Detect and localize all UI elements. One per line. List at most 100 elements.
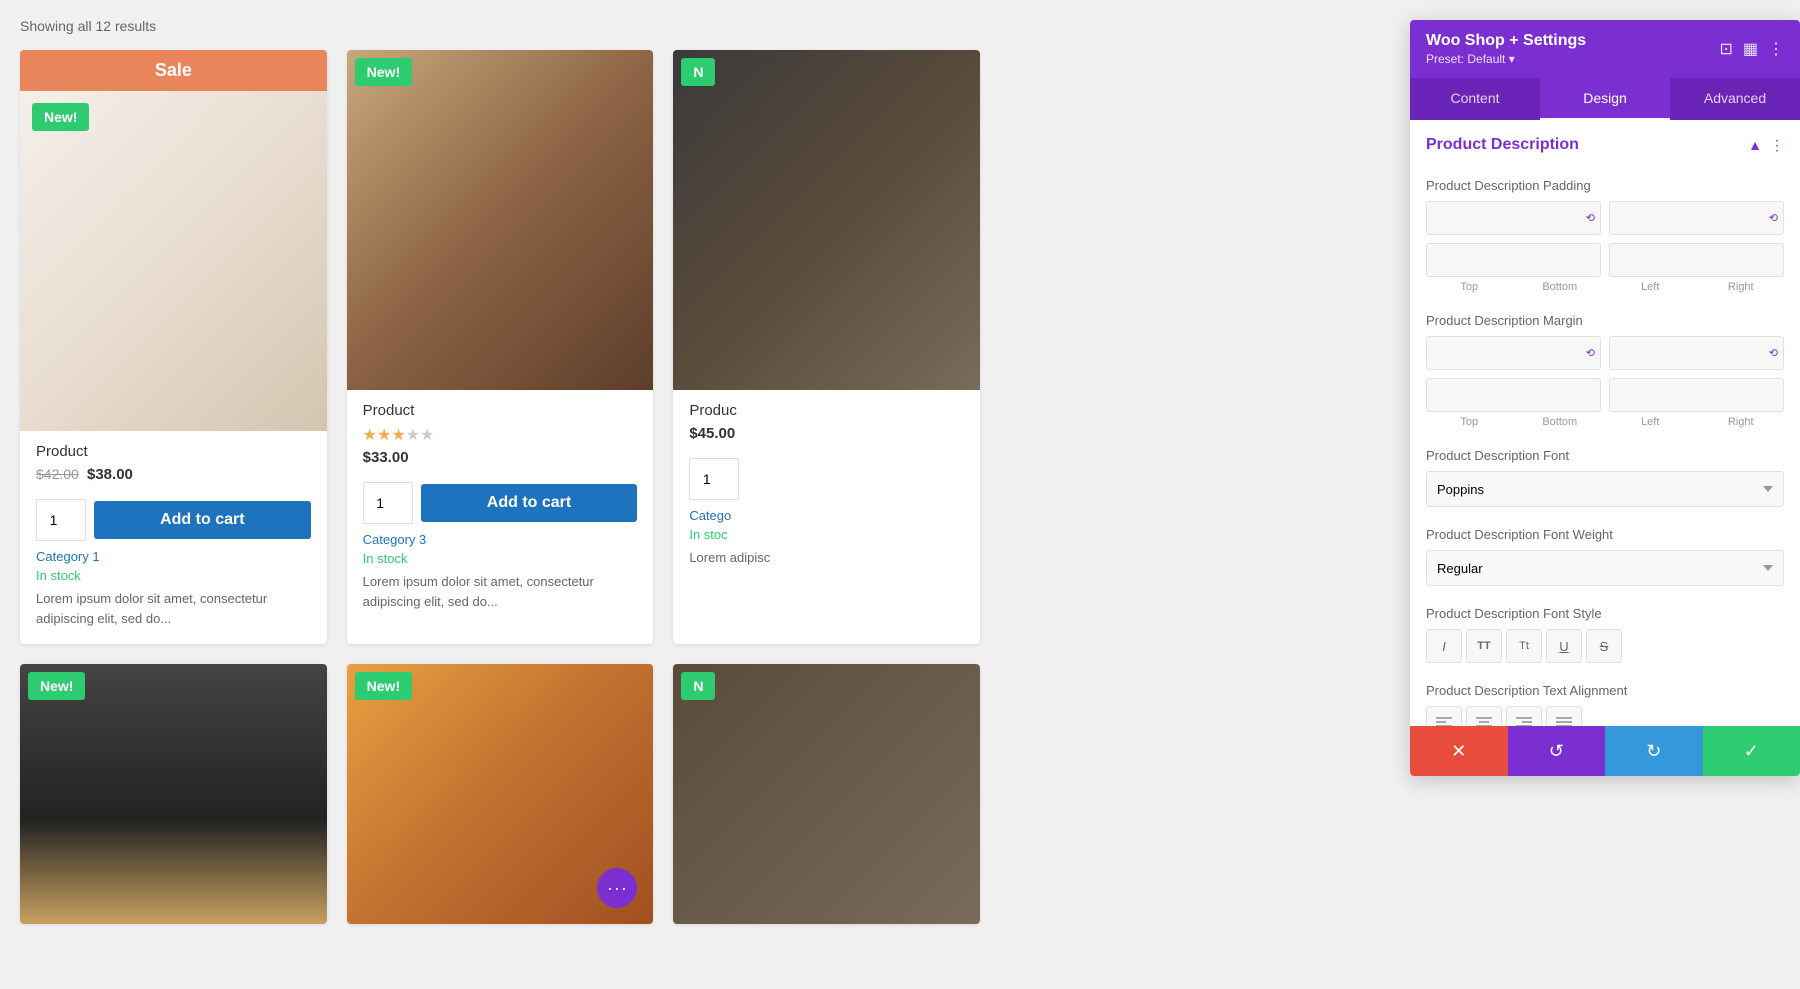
linked-icon: ⟲ — [1769, 212, 1778, 225]
quantity-input[interactable] — [689, 458, 739, 500]
products-grid-bottom: New! New! ··· N — [20, 664, 980, 924]
price: $33.00 — [363, 449, 409, 466]
margin-left-wrapper — [1426, 378, 1601, 412]
strikethrough-button[interactable]: S — [1586, 629, 1622, 663]
category-link[interactable]: Category 1 — [20, 549, 327, 564]
product-image-wrapper: N — [673, 50, 980, 390]
more-options-icon[interactable]: ⋮ — [1768, 39, 1784, 59]
section-header: Product Description ▲ ⋮ — [1426, 136, 1784, 162]
products-grid: Sale New! Product $42.00 $38.00 Add to c… — [20, 50, 980, 644]
panel-preset[interactable]: Preset: Default ▾ — [1426, 52, 1586, 66]
top-label: Top — [1426, 416, 1513, 428]
section-title: Product Description — [1426, 136, 1579, 154]
font-style-field-group: Product Description Font Style I TT Tt U… — [1426, 606, 1784, 663]
undo-button[interactable]: ↺ — [1508, 726, 1606, 776]
margin-right-input[interactable] — [1609, 378, 1784, 412]
product-image — [673, 50, 980, 390]
margin-right-wrapper — [1609, 378, 1784, 412]
tab-content[interactable]: Content — [1410, 78, 1540, 120]
padding-top-input[interactable] — [1426, 201, 1601, 235]
product-description: Lorem ipsum dolor sit amet, consectetur … — [20, 589, 327, 628]
tab-design[interactable]: Design — [1540, 78, 1670, 120]
product-image — [673, 664, 980, 924]
bottom-label: Bottom — [1517, 416, 1604, 428]
add-to-cart-button[interactable]: Add to cart — [94, 501, 311, 539]
product-image — [20, 91, 327, 431]
badge-new: N — [681, 58, 715, 86]
padding-right-input[interactable] — [1609, 243, 1784, 277]
price-old: $42.00 — [36, 466, 79, 482]
badge-new: N — [681, 672, 715, 700]
add-to-cart-button[interactable]: Add to cart — [421, 484, 638, 522]
product-info: Product ★★★★★ $33.00 — [347, 390, 654, 466]
margin-bottom-wrapper: ⟲ — [1609, 336, 1784, 370]
product-card-partial: N Produc $45.00 Catego In stoc Lorem adi… — [673, 50, 980, 644]
product-description: Lorem adipisc — [673, 548, 980, 568]
collapse-icon[interactable]: ▲ — [1748, 137, 1762, 153]
product-price: $45.00 — [689, 425, 964, 442]
quantity-input[interactable] — [36, 499, 86, 541]
padding-bottom-input[interactable] — [1609, 201, 1784, 235]
product-name: Product — [363, 402, 638, 419]
bottom-label: Bottom — [1517, 281, 1604, 293]
shop-area: Showing all 12 results Sale New! Product… — [0, 0, 1000, 934]
badge-new: New! — [28, 672, 85, 700]
price: $45.00 — [689, 425, 735, 442]
underline-button[interactable]: U — [1546, 629, 1582, 663]
panel-header-info: Woo Shop + Settings Preset: Default ▾ — [1426, 32, 1586, 66]
italic-button[interactable]: I — [1426, 629, 1462, 663]
capitalize-button[interactable]: Tt — [1506, 629, 1542, 663]
tab-advanced[interactable]: Advanced — [1670, 78, 1800, 120]
margin-spacing-labels: Top Bottom Left Right — [1426, 416, 1784, 428]
panel-header-icons: ⊡ ▦ ⋮ — [1719, 39, 1784, 59]
font-weight-select[interactable]: Regular — [1426, 550, 1784, 586]
padding-inputs: ⟲ ⟲ — [1426, 201, 1784, 277]
star-filled: ★★★ — [363, 427, 406, 444]
product-image-wrapper: New! — [347, 50, 654, 390]
uppercase-button[interactable]: TT — [1466, 629, 1502, 663]
text-align-label: Product Description Text Alignment — [1426, 683, 1784, 698]
responsive-icon[interactable]: ⊡ — [1719, 39, 1732, 59]
margin-field-group: Product Description Margin ⟲ ⟲ Top — [1426, 313, 1784, 428]
product-card-bottom: New! — [20, 664, 327, 924]
product-info: Product $42.00 $38.00 — [20, 431, 327, 483]
layout-icon[interactable]: ▦ — [1743, 39, 1758, 59]
star-rating: ★★★★★ — [363, 425, 638, 445]
font-style-label: Product Description Font Style — [1426, 606, 1784, 621]
margin-inputs: ⟲ ⟲ — [1426, 336, 1784, 412]
margin-left-input[interactable] — [1426, 378, 1601, 412]
margin-top-wrapper: ⟲ — [1426, 336, 1601, 370]
quantity-input[interactable] — [363, 482, 413, 524]
price-new: $38.00 — [87, 466, 133, 483]
product-price: $42.00 $38.00 — [36, 466, 311, 483]
cart-row — [673, 450, 980, 508]
right-label: Right — [1698, 281, 1785, 293]
redo-button[interactable]: ↻ — [1605, 726, 1703, 776]
showing-results: Showing all 12 results — [20, 10, 980, 34]
save-button[interactable]: ✓ — [1703, 726, 1800, 776]
padding-left-input[interactable] — [1426, 243, 1601, 277]
cancel-button[interactable]: ✕ — [1410, 726, 1508, 776]
product-name: Produc — [689, 402, 964, 419]
section-more-icon[interactable]: ⋮ — [1770, 137, 1784, 154]
product-description: Lorem ipsum dolor sit amet, consectetur … — [347, 572, 654, 611]
category-link[interactable]: Category 3 — [347, 532, 654, 547]
margin-top-input[interactable] — [1426, 336, 1601, 370]
font-select[interactable]: Poppins — [1426, 471, 1784, 507]
right-label: Right — [1698, 416, 1785, 428]
font-label: Product Description Font — [1426, 448, 1784, 463]
in-stock-label: In stock — [347, 551, 654, 566]
padding-label: Product Description Padding — [1426, 178, 1784, 193]
sale-banner: Sale — [20, 50, 327, 91]
font-weight-field-group: Product Description Font Weight Regular — [1426, 527, 1784, 586]
linked-icon: ⟲ — [1586, 212, 1595, 225]
section-header-icons: ▲ ⋮ — [1748, 137, 1784, 154]
badge-new: New! — [32, 103, 89, 131]
product-card: Sale New! Product $42.00 $38.00 Add to c… — [20, 50, 327, 644]
margin-bottom-input[interactable] — [1609, 336, 1784, 370]
product-card: New! Product ★★★★★ $33.00 Add to cart Ca… — [347, 50, 654, 644]
margin-label: Product Description Margin — [1426, 313, 1784, 328]
category-link[interactable]: Catego — [673, 508, 980, 523]
padding-right-wrapper — [1609, 243, 1784, 277]
action-bar: ✕ ↺ ↻ ✓ — [1410, 726, 1800, 776]
